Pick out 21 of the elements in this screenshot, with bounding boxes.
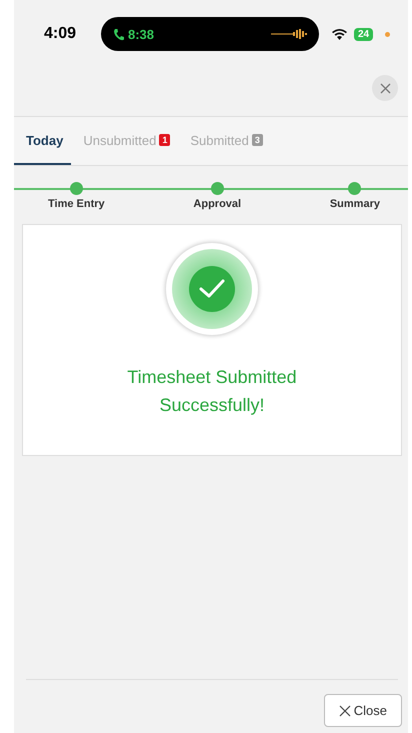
- count-badge: 1: [159, 134, 170, 146]
- status-time: 4:09: [44, 25, 78, 43]
- privacy-dot: [385, 32, 390, 36]
- close-icon: [338, 704, 351, 716]
- tab[interactable]: Unsubmitted 1: [71, 117, 178, 165]
- step-label: Approval: [193, 198, 242, 210]
- call-timer: 8:38: [128, 26, 156, 42]
- close-icon: [380, 82, 390, 94]
- wifi-icon: [331, 28, 348, 40]
- call-pill[interactable]: 8:38: [101, 17, 319, 51]
- waveform-icon: [271, 29, 307, 39]
- tab[interactable]: Today: [14, 117, 72, 165]
- close-button[interactable]: Close: [324, 694, 402, 727]
- success-message: Timesheet Submitted Successfully!: [126, 366, 298, 417]
- count-badge: 3: [252, 134, 263, 146]
- phone-icon: [113, 28, 124, 40]
- success-check-icon: [166, 243, 258, 335]
- step-label: Time Entry: [48, 198, 105, 210]
- battery-indicator: 24: [354, 28, 374, 40]
- close-button[interactable]: [372, 75, 398, 101]
- step-label: Summary: [330, 198, 380, 210]
